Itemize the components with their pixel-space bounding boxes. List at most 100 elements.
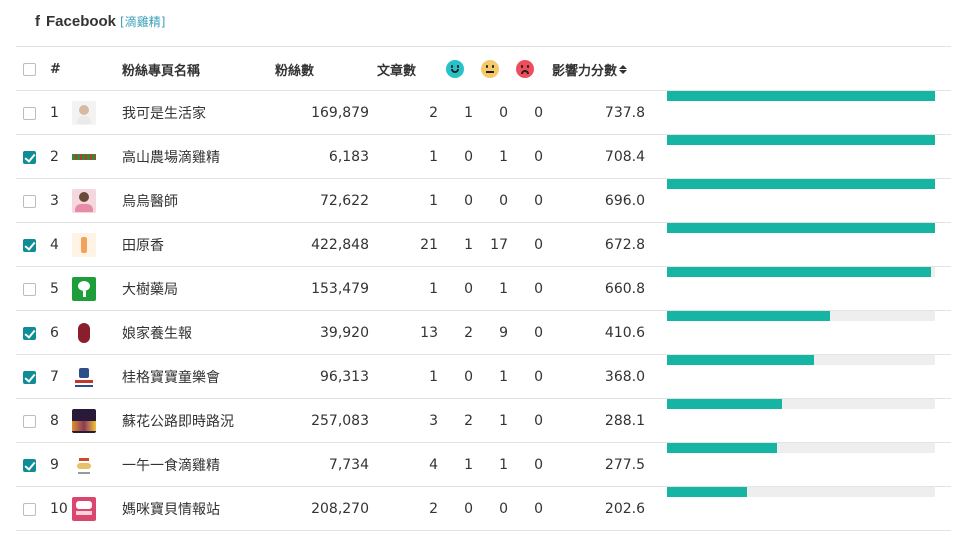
avatar-quaker[interactable] bbox=[72, 365, 96, 389]
row-rank: 6 bbox=[50, 325, 59, 341]
influence-bar-track bbox=[667, 355, 935, 365]
row-divider bbox=[16, 442, 951, 443]
row-negative: 0 bbox=[534, 369, 543, 385]
row-positive: 0 bbox=[464, 281, 473, 297]
avatar-tree-green[interactable] bbox=[72, 277, 96, 301]
row-page-name[interactable]: 烏烏醫師 bbox=[122, 179, 178, 223]
platform-header: f Facebook [滴雞精] bbox=[35, 11, 165, 31]
avatar-logo-green[interactable] bbox=[72, 145, 96, 169]
avatar-person[interactable] bbox=[72, 101, 96, 125]
row-page-name[interactable]: 高山農場滴雞精 bbox=[122, 135, 220, 179]
table-header-row: # 粉絲專頁名稱 粉絲數 文章數 影響力分數 bbox=[0, 47, 965, 91]
row-checkbox[interactable] bbox=[23, 238, 36, 252]
row-page-name[interactable]: 蘇花公路即時路況 bbox=[122, 399, 234, 443]
row-checkbox[interactable] bbox=[23, 150, 36, 164]
row-divider bbox=[16, 222, 951, 223]
row-divider bbox=[16, 530, 951, 531]
row-rank: 5 bbox=[50, 281, 59, 297]
row-neutral: 1 bbox=[499, 457, 508, 473]
row-rank: 1 bbox=[50, 105, 59, 121]
row-fans: 72,622 bbox=[320, 193, 369, 209]
row-checkbox[interactable] bbox=[23, 502, 36, 516]
select-all-checkbox[interactable] bbox=[23, 62, 36, 76]
row-rank: 7 bbox=[50, 369, 59, 385]
row-negative: 0 bbox=[534, 149, 543, 165]
col-fans[interactable]: 粉絲數 bbox=[275, 47, 314, 91]
influence-bar-track bbox=[667, 311, 935, 321]
avatar-mommy-baby[interactable] bbox=[72, 497, 96, 521]
row-positive: 2 bbox=[464, 325, 473, 341]
influence-bar-track bbox=[667, 223, 935, 233]
row-page-name[interactable]: 媽咪寶貝情報站 bbox=[122, 487, 220, 531]
row-page-name[interactable]: 大樹藥局 bbox=[122, 267, 178, 311]
row-influence-score: 696.0 bbox=[604, 193, 645, 209]
frown-icon[interactable] bbox=[516, 60, 534, 78]
row-rank: 8 bbox=[50, 413, 59, 429]
row-divider bbox=[16, 266, 951, 267]
influence-bar-fill bbox=[667, 91, 935, 101]
influence-bar-fill bbox=[667, 311, 830, 321]
smile-icon[interactable] bbox=[446, 60, 464, 78]
row-checkbox[interactable] bbox=[23, 370, 36, 384]
influence-bar-fill bbox=[667, 399, 782, 409]
row-rank: 9 bbox=[50, 457, 59, 473]
row-posts: 1 bbox=[429, 369, 438, 385]
row-positive: 1 bbox=[464, 457, 473, 473]
sort-icon[interactable] bbox=[619, 64, 628, 74]
row-influence-score: 660.8 bbox=[604, 281, 645, 297]
row-positive: 2 bbox=[464, 413, 473, 429]
row-fans: 7,734 bbox=[328, 457, 369, 473]
row-page-name[interactable]: 桂格寶寶童樂會 bbox=[122, 355, 220, 399]
row-fans: 153,479 bbox=[311, 281, 369, 297]
row-checkbox[interactable] bbox=[23, 282, 36, 296]
row-positive: 0 bbox=[464, 149, 473, 165]
row-posts: 2 bbox=[429, 105, 438, 121]
influence-bar-fill bbox=[667, 487, 747, 497]
row-influence-score: 288.1 bbox=[604, 413, 645, 429]
row-checkbox[interactable] bbox=[23, 326, 36, 340]
neutral-face-icon[interactable] bbox=[481, 60, 499, 78]
row-checkbox[interactable] bbox=[23, 106, 36, 120]
row-positive: 0 bbox=[464, 369, 473, 385]
avatar-yiwu[interactable] bbox=[72, 453, 96, 477]
row-rank: 10 bbox=[50, 501, 68, 517]
row-page-name[interactable]: 娘家養生報 bbox=[122, 311, 192, 355]
col-influence-label: 影響力分數 bbox=[552, 63, 618, 79]
col-influence[interactable]: 影響力分數 bbox=[552, 47, 628, 91]
row-page-name[interactable]: 我可是生活家 bbox=[122, 91, 206, 135]
row-divider bbox=[16, 310, 951, 311]
influence-bar-track bbox=[667, 487, 935, 497]
row-influence-score: 202.6 bbox=[604, 501, 645, 517]
influence-bar-fill bbox=[667, 267, 931, 277]
row-rank: 4 bbox=[50, 237, 59, 253]
avatar-road-night[interactable] bbox=[72, 409, 96, 433]
row-neutral: 0 bbox=[499, 501, 508, 517]
row-fans: 422,848 bbox=[311, 237, 369, 253]
row-page-name[interactable]: 田原香 bbox=[122, 223, 164, 267]
row-negative: 0 bbox=[534, 501, 543, 517]
row-checkbox[interactable] bbox=[23, 194, 36, 208]
influence-bar-track bbox=[667, 135, 935, 145]
row-positive: 1 bbox=[464, 105, 473, 121]
row-checkbox[interactable] bbox=[23, 458, 36, 472]
row-posts: 1 bbox=[429, 193, 438, 209]
facebook-icon: f bbox=[35, 12, 40, 30]
row-negative: 0 bbox=[534, 457, 543, 473]
row-fans: 6,183 bbox=[328, 149, 369, 165]
row-fans: 96,313 bbox=[320, 369, 369, 385]
row-influence-score: 737.8 bbox=[604, 105, 645, 121]
avatar-niangjia[interactable] bbox=[72, 321, 96, 345]
row-negative: 0 bbox=[534, 237, 543, 253]
row-page-name[interactable]: 一午一食滴雞精 bbox=[122, 443, 220, 487]
avatar-doctor[interactable] bbox=[72, 189, 96, 213]
row-negative: 0 bbox=[534, 105, 543, 121]
avatar-tianyuanxiang[interactable] bbox=[72, 233, 96, 257]
influence-bar-fill bbox=[667, 179, 935, 189]
col-posts[interactable]: 文章數 bbox=[377, 47, 416, 91]
row-neutral: 1 bbox=[499, 149, 508, 165]
row-checkbox[interactable] bbox=[23, 414, 36, 428]
row-divider bbox=[16, 486, 951, 487]
row-divider bbox=[16, 354, 951, 355]
influence-bar-track bbox=[667, 179, 935, 189]
keyword-tag[interactable]: [滴雞精] bbox=[120, 13, 165, 30]
